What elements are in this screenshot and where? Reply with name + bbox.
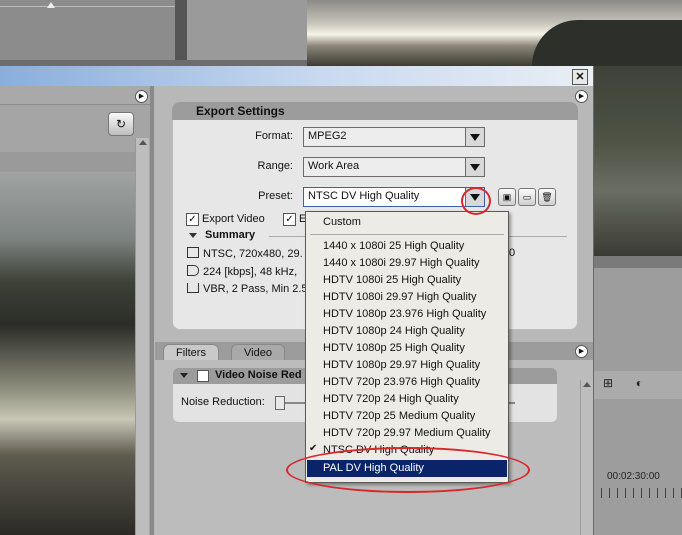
scroll-up-icon[interactable] [139,140,147,145]
settings-menu-icon[interactable]: ▶ [575,90,588,103]
summary-video-text: NTSC, 720x480, 29. [203,248,303,260]
source-preview-pane: ▶ ↻ [0,86,152,535]
background-video-frame-right [593,66,682,256]
dropdown-item[interactable]: HDTV 720p 24 High Quality [307,391,507,408]
summary-audio-line: 224 [kbps], 48 kHz, [187,265,297,278]
safe-margins-icon[interactable]: ⊞ [599,376,617,392]
summary-bitrate-line: VBR, 2 Pass, Min 2.5 [187,283,308,295]
dropdown-item[interactable]: 1440 x 1080i 25 High Quality [307,238,507,255]
preset-label: Preset: [258,190,293,202]
pane-splitter[interactable] [150,86,154,535]
source-pane-header: ▶ [0,86,152,105]
summary-video-line: NTSC, 720x480, 29. [187,247,303,260]
background-divider [175,0,187,60]
rotate-icon[interactable]: ↻ [108,112,134,136]
filters-scrollbar[interactable] [580,380,593,535]
playhead-marker-icon [47,2,55,8]
dropdown-item[interactable]: HDTV 720p 23.976 High Quality [307,374,507,391]
chevron-down-icon[interactable] [465,128,484,146]
summary-trailing-text: 0 [509,247,516,259]
dropdown-item-custom[interactable]: Custom [307,214,507,231]
dropdown-separator [310,234,504,235]
tab-filters[interactable]: Filters [163,344,219,361]
background-panel [187,0,307,60]
format-select[interactable]: MPEG2 [303,127,485,147]
background-timeline-strip [0,0,175,60]
tab-video[interactable]: Video [231,344,285,361]
import-preset-icon[interactable]: ▭ [518,188,536,206]
timeline-ruler-line [0,6,175,7]
range-select[interactable]: Work Area [303,157,485,177]
summary-audio-text: 224 [kbps], 48 kHz, [203,266,298,278]
summary-title: Summary [205,229,256,241]
dropdown-item-highlighted[interactable]: PAL DV High Quality [307,460,507,477]
monitor-panel-header [593,256,682,268]
tabs-menu-icon[interactable]: ▶ [575,345,588,358]
export-settings-title: Export Settings [196,104,285,118]
range-label: Range: [257,160,293,172]
delete-preset-icon[interactable]: 🗑 [538,188,556,206]
export-audio-checkbox[interactable]: ✓ [283,213,296,226]
export-settings-header: Export Settings [172,102,578,120]
noise-reduction-label: Noise Reduction: [181,396,265,408]
filter-title: Video Noise Red [215,369,302,381]
dropdown-item[interactable]: HDTV 1080p 23.976 High Quality [307,306,507,323]
speaker-icon [187,265,199,276]
noise-reduction-checkbox[interactable] [197,370,209,382]
pane-menu-icon[interactable]: ▶ [135,90,148,103]
format-label: Format: [255,130,293,142]
close-button[interactable]: ✕ [572,69,588,85]
background-monitor-panel: ⊞ ◐ 00:02:30:00 [593,256,682,535]
range-value: Work Area [308,160,360,172]
output-icon[interactable]: ◐ [630,376,648,392]
dropdown-item[interactable]: HDTV 1080p 29.97 High Quality [307,357,507,374]
preset-select[interactable]: NTSC DV High Quality [303,187,485,207]
monitor-buttons: ⊞ ◐ [599,376,658,392]
source-preview-image [0,173,135,535]
dropdown-item[interactable]: HDTV 720p 29.97 Medium Quality [307,425,507,442]
timecode-display: 00:02:30:00 [607,471,660,482]
bitrate-icon [187,283,199,293]
preview-scrollbar[interactable] [135,138,149,535]
dropdown-item[interactable]: HDTV 1080p 25 High Quality [307,340,507,357]
summary-bitrate-text: VBR, 2 Pass, Min 2.5 [203,283,308,295]
dropdown-item-checked[interactable]: NTSC DV High Quality [307,442,507,459]
export-video-label: Export Video [202,213,265,225]
background-rock-shape [532,20,682,66]
background-video-frame [307,0,682,66]
chevron-down-icon[interactable] [465,188,484,206]
preview-border [0,152,135,172]
film-icon [187,247,199,258]
preset-value: NTSC DV High Quality [308,190,420,202]
summary-collapse-icon[interactable] [189,233,197,238]
dialog-titlebar: ✕ [0,66,593,86]
scroll-up-icon[interactable] [583,382,591,387]
dropdown-item[interactable]: HDTV 1080i 29.97 High Quality [307,289,507,306]
noise-reduction-slider[interactable] [275,396,285,410]
dropdown-item[interactable]: HDTV 1080i 25 High Quality [307,272,507,289]
preset-dropdown-list: Custom 1440 x 1080i 25 High Quality 1440… [305,211,509,483]
chevron-down-icon[interactable] [465,158,484,176]
dropdown-item[interactable]: HDTV 720p 25 Medium Quality [307,408,507,425]
dropdown-item[interactable]: HDTV 1080p 24 High Quality [307,323,507,340]
format-value: MPEG2 [308,130,347,142]
dropdown-item[interactable]: 1440 x 1080i 29.97 High Quality [307,255,507,272]
save-preset-icon[interactable]: ▣ [498,188,516,206]
export-video-checkbox[interactable]: ✓ [186,213,199,226]
chevron-down-icon[interactable] [180,373,188,378]
preset-buttons: ▣ ▭ 🗑 [498,188,558,206]
monitor-ruler [593,488,682,498]
